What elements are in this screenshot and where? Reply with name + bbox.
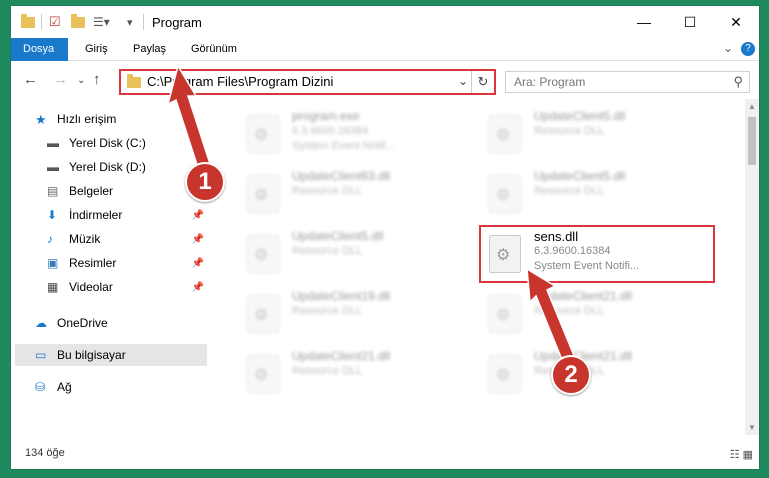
new-folder-icon[interactable] [71,13,85,31]
refresh-icon[interactable]: ↻ [471,71,494,93]
tab-paylas[interactable]: Paylaş [121,38,178,60]
customize-chevron-icon[interactable]: ▾ [127,13,133,31]
scroll-thumb[interactable] [748,117,756,165]
video-icon: ▦ [47,280,59,294]
properties-icon[interactable]: ☑ [49,13,61,31]
sidebar-item-quick-access[interactable]: ★ Hızlı erişim [35,108,207,130]
file-explorer-window: ☑ ☰▾ ▾ Program — ☐ ✕ Dosya Giriş Paylaş … [10,5,760,470]
title-bar: ☑ ☰▾ ▾ Program — ☐ ✕ [11,6,759,38]
address-bar[interactable]: C:\Program Files\Program Dizini ⌄ ↻ [119,69,496,95]
maximize-button[interactable]: ☐ [667,6,713,38]
dll-file-icon [489,115,521,153]
file-item[interactable]: UpdateClient5.dll Resource DLL [479,105,715,163]
pin-icon[interactable]: 📌 [192,282,204,293]
window-title: Program [152,15,202,30]
navigation-pane: ★ Hızlı erişim ▬ Yerel Disk (C:) ▬ Yerel… [11,99,207,435]
drive-icon: ▬ [47,136,59,150]
dll-file-icon [489,295,521,333]
ribbon-tabs: Dosya Giriş Paylaş Görünüm ⌄ ? [11,38,759,96]
sidebar-item-label: Yerel Disk (C:) [69,136,146,150]
file-item[interactable]: UpdateClient21.dll Resource DLL [237,345,473,403]
sidebar-item-onedrive[interactable]: ☁ OneDrive [35,312,207,334]
help-icon[interactable]: ? [741,42,755,56]
sidebar-item-label: İndirmeler [69,208,123,222]
file-item[interactable]: program.exe 6.3.9600.16384 System Event … [237,105,473,163]
pin-icon[interactable]: 📌 [192,234,204,245]
file-item[interactable]: UpdateClient19.dll Resource DLL [237,285,473,343]
tab-giris[interactable]: Giriş [73,38,120,60]
file-item[interactable]: UpdateClient5.dll Resource DLL [479,165,715,223]
pin-icon[interactable]: 📌 [192,258,204,269]
cloud-icon: ☁ [35,316,47,330]
sens-dll-highlight [479,225,715,283]
file-item[interactable]: UpdateClient21.dll Resource DLL [479,285,715,343]
sidebar-item-label: OneDrive [57,316,108,330]
dll-file-icon [489,355,521,393]
star-icon: ★ [35,112,47,127]
expand-ribbon-icon[interactable]: ⌄ [723,41,733,55]
vertical-scrollbar[interactable]: ▲ ▼ [745,99,759,435]
dll-file-icon [247,235,279,273]
dll-file-icon [247,355,279,393]
sidebar-item-network[interactable]: ⛁ Ağ [35,376,207,398]
application-icon [247,115,279,153]
pictures-icon: ▣ [47,256,59,270]
file-item[interactable]: UpdateClient5.dll Resource DLL [237,225,473,283]
minimize-button[interactable]: — [621,6,667,38]
recent-dropdown-icon[interactable]: ⌄ [77,75,85,86]
tab-gorunum[interactable]: Görünüm [179,38,249,60]
step-1-badge: 1 [185,162,225,202]
sidebar-item-label: Videolar [69,280,113,294]
dll-file-icon [247,295,279,333]
sidebar-item-videos[interactable]: ▦ Videolar 📌 [47,276,207,298]
up-arrow-icon[interactable]: ↑ [93,71,101,88]
computer-icon: ▭ [35,348,47,362]
view-toggle-icons[interactable]: ☷ ▦ [730,448,753,461]
step-2-badge: 2 [551,355,591,395]
download-icon: ⬇ [47,208,58,222]
sidebar-item-local-disk-c[interactable]: ▬ Yerel Disk (C:) [47,132,207,154]
pin-icon[interactable]: 📌 [192,210,204,221]
folder-icon [127,74,141,88]
back-arrow-icon[interactable]: ← [23,71,38,88]
sidebar-item-pictures[interactable]: ▣ Resimler 📌 [47,252,207,274]
search-placeholder[interactable]: Ara: Program [514,75,585,89]
status-bar: 134 öğe ☷ ▦ [11,439,759,469]
search-box[interactable]: Ara: Program ⚲ [505,71,750,93]
sidebar-item-label: Hızlı erişim [57,112,117,126]
address-path[interactable]: C:\Program Files\Program Dizini [147,74,333,89]
view-icon[interactable]: ☰▾ [93,13,110,31]
music-icon: ♪ [47,232,53,246]
sidebar-item-label: Resimler [69,256,117,270]
sidebar-item-downloads[interactable]: ⬇ İndirmeler 📌 [47,204,207,226]
item-count: 134 öğe [25,447,65,459]
document-icon: ▤ [47,184,59,198]
search-icon[interactable]: ⚲ [733,74,743,90]
forward-arrow-icon[interactable]: → [53,71,68,88]
dll-file-icon [489,175,521,213]
sidebar-item-label: Yerel Disk (D:) [69,160,146,174]
folder-icon [21,13,35,31]
sidebar-item-local-disk-d[interactable]: ▬ Yerel Disk (D:) [47,156,207,178]
scroll-up-icon[interactable]: ▲ [748,102,756,111]
network-icon: ⛁ [35,380,46,394]
address-dropdown-icon[interactable]: ⌄ [458,74,468,88]
file-item[interactable]: UpdateClient63.dll Resource DLL [237,165,473,223]
file-item[interactable]: UpdateClient21.dll Resource DLL [479,345,715,403]
sidebar-item-label: Müzik [69,232,101,246]
sidebar-item-this-pc[interactable]: ▭ Bu bilgisayar [15,344,207,366]
drive-icon: ▬ [47,160,59,174]
dll-file-icon [247,175,279,213]
sidebar-item-music[interactable]: ♪ Müzik 📌 [47,228,207,250]
sidebar-item-label: Ağ [57,380,72,394]
scroll-down-icon[interactable]: ▼ [748,423,756,432]
navigation-bar: ← → ⌄ ↑ C:\Program Files\Program Dizini … [11,61,759,99]
sidebar-item-label: Bu bilgisayar [57,348,126,362]
sidebar-item-label: Belgeler [69,184,114,198]
sidebar-item-documents[interactable]: ▤ Belgeler [47,180,207,202]
close-button[interactable]: ✕ [713,6,759,38]
